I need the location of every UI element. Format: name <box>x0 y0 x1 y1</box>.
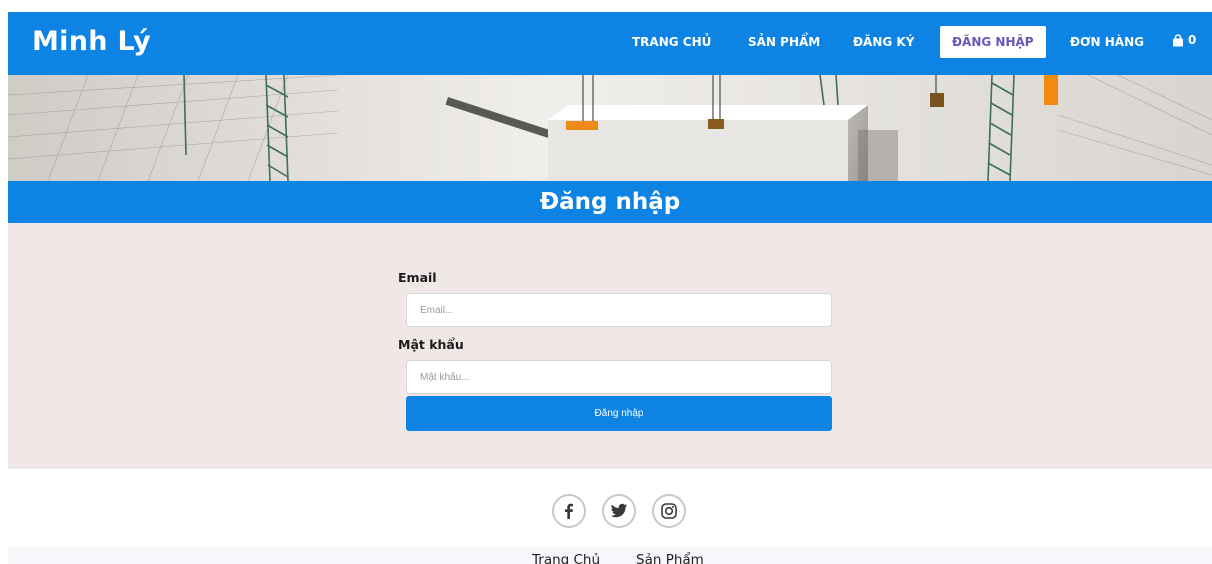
footer-link-products[interactable]: Sản Phẩm <box>636 552 704 564</box>
login-button[interactable]: Đăng nhập <box>406 396 832 431</box>
instagram-link[interactable] <box>652 494 686 528</box>
password-input[interactable] <box>406 360 832 394</box>
banner-image <box>8 75 1212 181</box>
facebook-link[interactable] <box>552 494 586 528</box>
password-label: Mật khẩu <box>398 337 464 352</box>
footer-link-home[interactable]: Trang Chủ <box>532 552 600 564</box>
twitter-icon <box>610 503 628 518</box>
twitter-link[interactable] <box>602 494 636 528</box>
email-input[interactable] <box>406 293 832 327</box>
title-bar: Đăng nhập <box>8 181 1212 223</box>
email-label: Email <box>398 270 437 285</box>
nav-item-login[interactable]: ĐĂNG NHẬP <box>940 26 1046 58</box>
nav-item-orders[interactable]: ĐƠN HÀNG <box>1070 35 1144 49</box>
nav-item-register[interactable]: ĐĂNG KÝ <box>853 35 914 49</box>
page-title: Đăng nhập <box>539 189 681 215</box>
instagram-icon <box>661 503 677 519</box>
footer: Trang Chủ Sản Phẩm <box>8 547 1212 564</box>
brand-logo[interactable]: Minh Lý <box>32 26 151 57</box>
login-section: Email Mật khẩu Đăng nhập <box>8 223 1212 469</box>
nav-item-home[interactable]: TRANG CHỦ <box>632 35 711 49</box>
navbar: Minh Lý TRANG CHỦ SẢN PHẨM ĐĂNG KÝ ĐĂNG … <box>8 12 1212 75</box>
shopping-bag-icon <box>1173 33 1183 46</box>
page: Minh Lý TRANG CHỦ SẢN PHẨM ĐĂNG KÝ ĐĂNG … <box>8 12 1212 564</box>
nav-item-products[interactable]: SẢN PHẨM <box>748 35 820 49</box>
cart-link[interactable]: 0 <box>1172 33 1196 47</box>
cart-count: 0 <box>1188 33 1197 47</box>
facebook-icon <box>565 503 573 519</box>
